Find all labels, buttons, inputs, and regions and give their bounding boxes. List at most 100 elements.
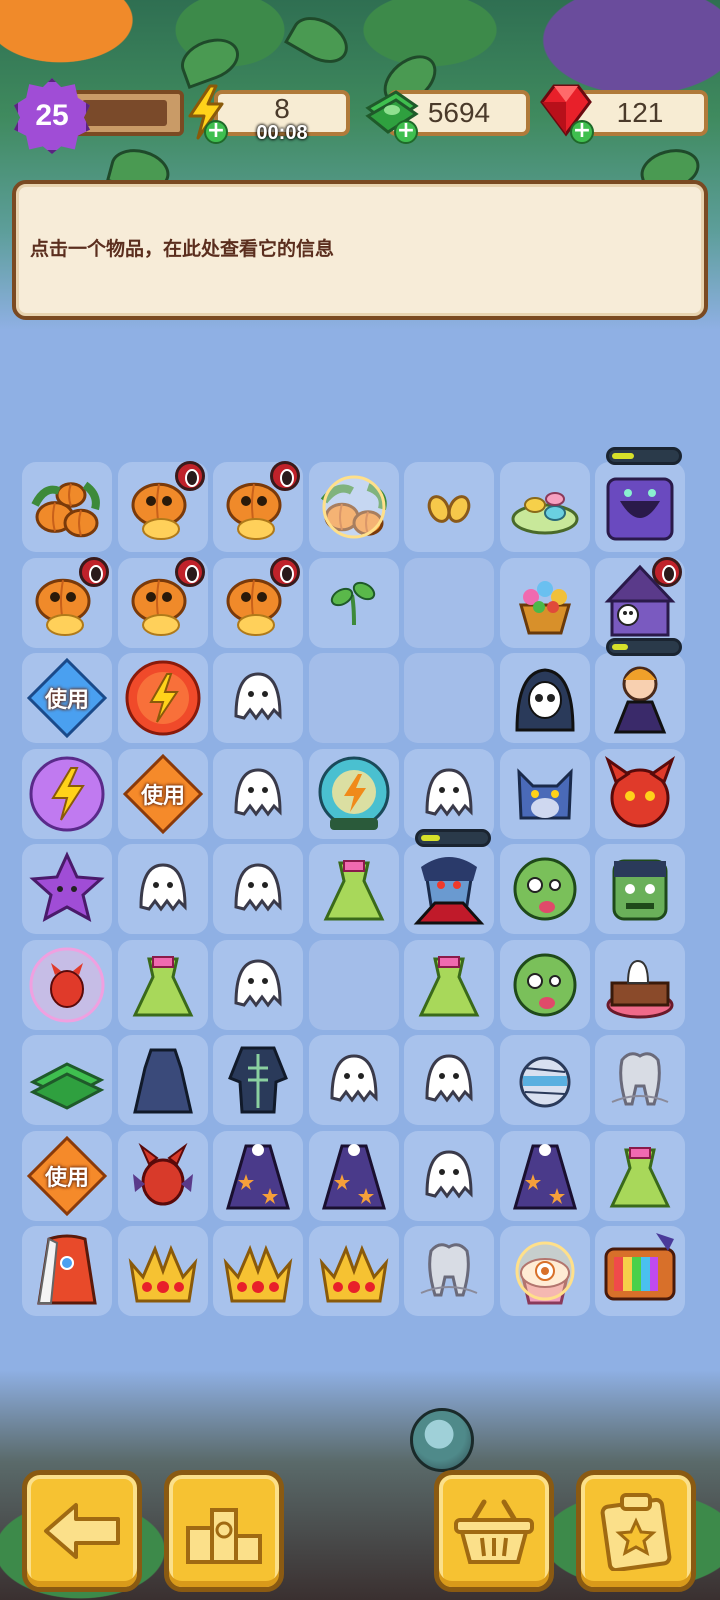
board-cell[interactable] bbox=[213, 653, 303, 743]
add-energy-button[interactable]: + bbox=[204, 120, 228, 144]
cupcake-bubble-item[interactable] bbox=[503, 1229, 587, 1313]
board-cell[interactable] bbox=[22, 844, 112, 934]
board-cell[interactable] bbox=[500, 1131, 590, 1221]
green-dress-item[interactable] bbox=[407, 943, 491, 1027]
energy-orb-purple-item[interactable] bbox=[25, 752, 109, 836]
green-dress-item[interactable] bbox=[312, 847, 396, 931]
candy-plate-item[interactable] bbox=[503, 465, 587, 549]
gold-crown-item[interactable] bbox=[121, 1229, 205, 1313]
pumpkin-patch-item[interactable] bbox=[25, 465, 109, 549]
seeds-item[interactable] bbox=[407, 465, 491, 549]
board-cell[interactable] bbox=[404, 653, 494, 743]
board-cell[interactable] bbox=[309, 462, 399, 552]
vampire-girl-item[interactable] bbox=[598, 638, 682, 740]
tasks-button[interactable] bbox=[576, 1470, 696, 1592]
star-cape-item[interactable] bbox=[312, 1134, 396, 1218]
back-button[interactable] bbox=[22, 1470, 142, 1592]
use-orange-diamond-item[interactable]: 使用 bbox=[121, 752, 205, 836]
zombie-head-item[interactable] bbox=[503, 943, 587, 1027]
board-cell[interactable] bbox=[22, 1226, 112, 1316]
gold-crown-item[interactable] bbox=[216, 1229, 300, 1313]
board-cell[interactable] bbox=[500, 940, 590, 1030]
pumpkin-cannon-item[interactable] bbox=[216, 557, 300, 645]
board-cell[interactable] bbox=[213, 461, 303, 552]
board-cell[interactable] bbox=[404, 749, 494, 839]
board-cell[interactable] bbox=[309, 1035, 399, 1125]
board-cell[interactable] bbox=[309, 653, 399, 743]
shop-basket-button[interactable] bbox=[434, 1470, 554, 1592]
purple-star-item[interactable] bbox=[25, 847, 109, 931]
board-cell[interactable] bbox=[22, 462, 112, 552]
board-cell[interactable] bbox=[213, 1131, 303, 1221]
mummy-head-item[interactable] bbox=[503, 1038, 587, 1122]
board-cell[interactable] bbox=[118, 1131, 208, 1221]
add-gems-button[interactable]: + bbox=[570, 120, 594, 144]
ghost-item[interactable] bbox=[121, 847, 205, 931]
use-blue-diamond-item[interactable]: 使用 bbox=[25, 656, 109, 740]
board-cell[interactable] bbox=[213, 1035, 303, 1125]
ghost-item[interactable] bbox=[407, 752, 491, 836]
ghost-item[interactable] bbox=[216, 752, 300, 836]
board-cell[interactable] bbox=[500, 653, 590, 743]
board-cell[interactable]: 使用 bbox=[22, 1131, 112, 1221]
board-cell[interactable]: 使用 bbox=[22, 653, 112, 743]
frankenstein-item[interactable] bbox=[598, 847, 682, 931]
board-cell[interactable] bbox=[118, 557, 208, 648]
energy-orb-red-item[interactable] bbox=[121, 656, 205, 740]
board-cell[interactable] bbox=[404, 462, 494, 552]
board-cell[interactable] bbox=[500, 844, 590, 934]
dark-cloak-item[interactable] bbox=[121, 1038, 205, 1122]
board-cell[interactable] bbox=[404, 829, 494, 934]
purple-monster-box-item[interactable] bbox=[598, 447, 682, 549]
board-cell[interactable] bbox=[118, 1035, 208, 1125]
board-cell[interactable] bbox=[22, 557, 112, 648]
tooth-web-item[interactable] bbox=[598, 1038, 682, 1122]
board-cell[interactable] bbox=[213, 749, 303, 839]
board-cell[interactable] bbox=[118, 461, 208, 552]
board-cell[interactable] bbox=[118, 653, 208, 743]
board-cell[interactable] bbox=[595, 749, 685, 839]
board-cell[interactable] bbox=[595, 557, 685, 648]
pumpkin-patch-bubble-item[interactable] bbox=[312, 465, 396, 549]
board-cell[interactable] bbox=[595, 844, 685, 934]
pumpkin-cannon-item[interactable] bbox=[121, 557, 205, 645]
sprout-item[interactable] bbox=[312, 561, 396, 645]
gold-crown-item[interactable] bbox=[312, 1229, 396, 1313]
use-orange-diamond-item[interactable]: 使用 bbox=[25, 1134, 109, 1218]
board-cell[interactable] bbox=[404, 1035, 494, 1125]
board-cell[interactable] bbox=[595, 447, 685, 552]
ghost-item[interactable] bbox=[407, 1038, 491, 1122]
ghost-item[interactable] bbox=[312, 1038, 396, 1122]
pumpkin-cannon-item[interactable] bbox=[25, 557, 109, 645]
board-cell[interactable] bbox=[118, 844, 208, 934]
leaderboard-button[interactable] bbox=[164, 1470, 284, 1592]
board-cell[interactable] bbox=[595, 1131, 685, 1221]
grim-reaper-item[interactable] bbox=[503, 656, 587, 740]
board-cell[interactable] bbox=[22, 1035, 112, 1125]
board-cell[interactable] bbox=[595, 1226, 685, 1316]
board-cell[interactable] bbox=[213, 1226, 303, 1316]
board-cell[interactable] bbox=[118, 1226, 208, 1316]
flower-basket-item[interactable] bbox=[503, 561, 587, 645]
zombie-head-item[interactable] bbox=[503, 847, 587, 931]
board-cell[interactable] bbox=[500, 558, 590, 648]
board-cell[interactable] bbox=[213, 557, 303, 648]
green-dress-item[interactable] bbox=[121, 943, 205, 1027]
tooth-web-item[interactable] bbox=[407, 1229, 491, 1313]
board-cell[interactable] bbox=[500, 1035, 590, 1125]
pumpkin-cannon-item[interactable] bbox=[216, 461, 300, 549]
board-cell[interactable] bbox=[309, 1226, 399, 1316]
red-devil-item[interactable] bbox=[598, 752, 682, 836]
star-cape-item[interactable] bbox=[503, 1134, 587, 1218]
skull-tent-item[interactable] bbox=[598, 557, 682, 645]
board-cell[interactable] bbox=[309, 749, 399, 839]
board-cell[interactable] bbox=[22, 940, 112, 1030]
ghost-item[interactable] bbox=[216, 656, 300, 740]
board-cell[interactable] bbox=[309, 940, 399, 1030]
skeleton-costume-item[interactable] bbox=[216, 1038, 300, 1122]
board-cell[interactable] bbox=[404, 940, 494, 1030]
energy-ghost-ball-item[interactable] bbox=[312, 752, 396, 836]
cash-stack-item[interactable] bbox=[25, 1038, 109, 1122]
board-cell[interactable] bbox=[595, 638, 685, 743]
board-cell[interactable] bbox=[309, 558, 399, 648]
